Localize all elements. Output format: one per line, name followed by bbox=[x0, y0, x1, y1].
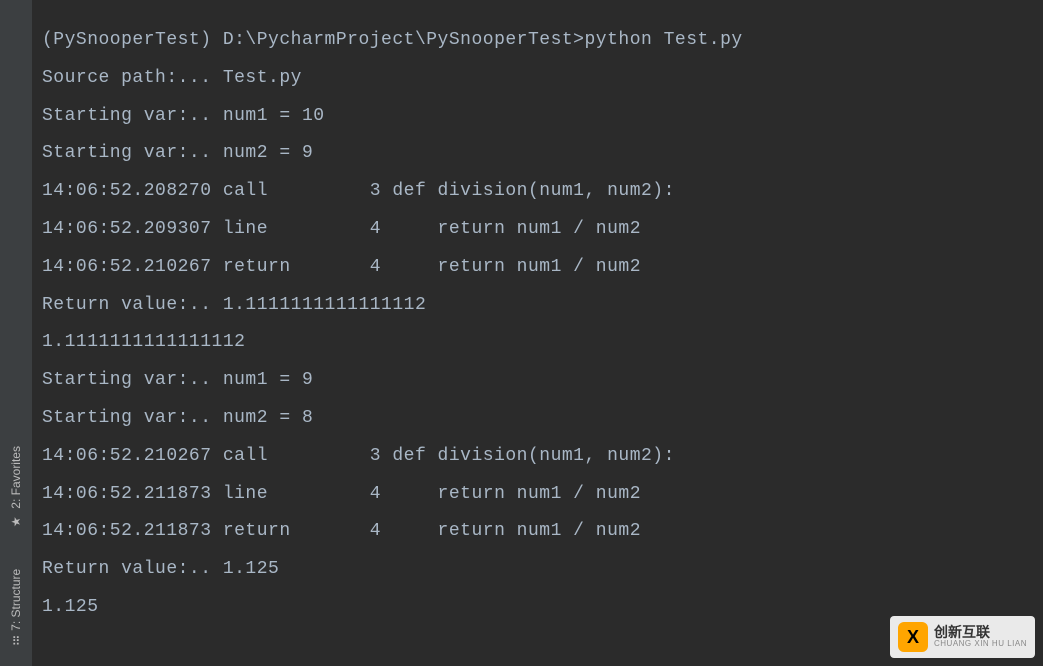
terminal-line: Starting var:.. num2 = 9 bbox=[42, 135, 1033, 173]
terminal-output[interactable]: (PySnooperTest) D:\PycharmProject\PySnoo… bbox=[42, 18, 1033, 656]
terminal-line: Return value:.. 1.1111111111111112 bbox=[42, 287, 1033, 325]
watermark-logo-icon: X bbox=[898, 622, 928, 652]
terminal-line: 14:06:52.210267 return 4 return num1 / n… bbox=[42, 249, 1033, 287]
terminal-line: 1.125 bbox=[42, 589, 1033, 627]
left-tool-sidebar: ★ 2: Favorites ⠿ 7: Structure bbox=[0, 0, 32, 666]
terminal-line: Starting var:.. num1 = 10 bbox=[42, 98, 1033, 136]
sidebar-favorites[interactable]: ★ 2: Favorites bbox=[9, 446, 23, 529]
terminal-line: Starting var:.. num2 = 8 bbox=[42, 400, 1033, 438]
star-icon: ★ bbox=[9, 515, 23, 529]
terminal-line: Starting var:.. num1 = 9 bbox=[42, 362, 1033, 400]
sidebar-structure[interactable]: ⠿ 7: Structure bbox=[9, 569, 23, 646]
watermark-sub-text: CHUANG XIN HU LIAN bbox=[934, 640, 1027, 649]
terminal-line: 1.1111111111111112 bbox=[42, 324, 1033, 362]
terminal-line: 14:06:52.210267 call 3 def division(num1… bbox=[42, 438, 1033, 476]
terminal-line: (PySnooperTest) D:\PycharmProject\PySnoo… bbox=[42, 22, 1033, 60]
watermark: X 创新互联 CHUANG XIN HU LIAN bbox=[890, 616, 1035, 658]
terminal-line: 14:06:52.211873 line 4 return num1 / num… bbox=[42, 476, 1033, 514]
terminal-line: Source path:... Test.py bbox=[42, 60, 1033, 98]
structure-icon: ⠿ bbox=[12, 635, 21, 649]
watermark-main-text: 创新互联 bbox=[934, 625, 1027, 640]
sidebar-item-label: 2: Favorites bbox=[9, 446, 23, 509]
terminal-line: 14:06:52.208270 call 3 def division(num1… bbox=[42, 173, 1033, 211]
watermark-text: 创新互联 CHUANG XIN HU LIAN bbox=[934, 625, 1027, 649]
sidebar-item-label: 7: Structure bbox=[9, 569, 23, 631]
terminal-line: 14:06:52.211873 return 4 return num1 / n… bbox=[42, 513, 1033, 551]
terminal-line: 14:06:52.209307 line 4 return num1 / num… bbox=[42, 211, 1033, 249]
terminal-line: Return value:.. 1.125 bbox=[42, 551, 1033, 589]
